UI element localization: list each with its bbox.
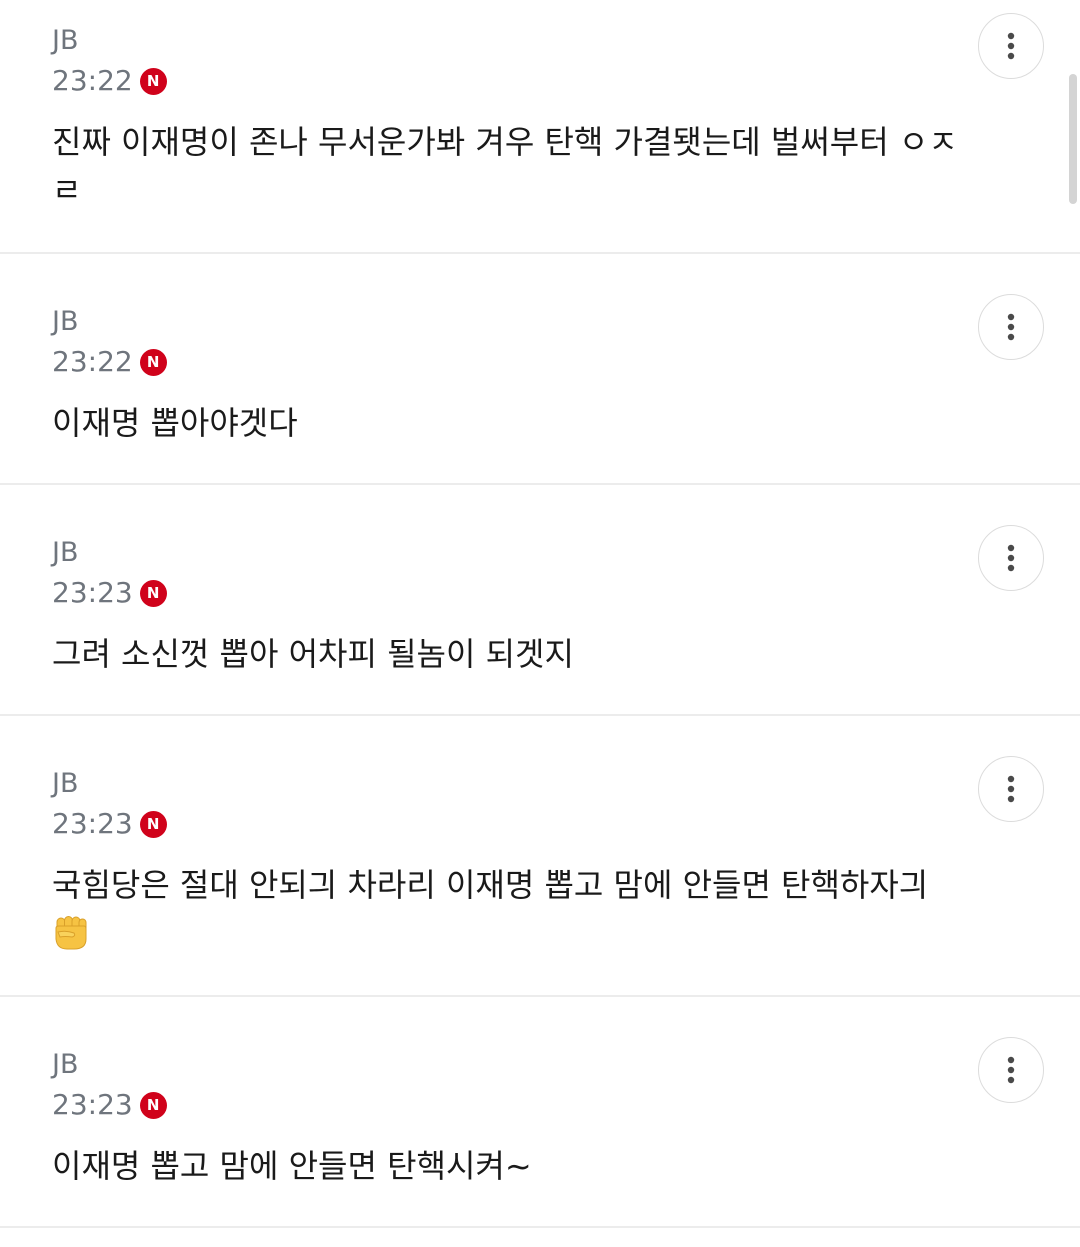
comment-text: 진짜 이재명이 존나 무서운가봐 겨우 탄핵 가결됏는데 벌써부터 ㅇㅈㄹ [52, 123, 958, 209]
more-vertical-icon [1007, 1056, 1015, 1084]
comment-author[interactable]: JB [52, 767, 79, 801]
new-badge-icon: N [139, 348, 167, 376]
scrollbar[interactable] [1069, 74, 1077, 204]
more-options-button[interactable] [978, 13, 1044, 79]
comment-text: 그려 소신껏 뽑아 어차피 될놈이 되겟지 [52, 635, 574, 673]
comment-time: 23:23 [52, 576, 133, 609]
raised-fist-icon [55, 916, 87, 950]
comment-item: JB 23:23 N 그려 소신껏 뽑아 어차피 될놈이 되겟지 [0, 485, 1080, 716]
new-badge-icon: N [139, 67, 167, 95]
comment-time: 23:22 [52, 345, 133, 378]
comment-author[interactable]: JB [52, 536, 79, 570]
comment-author[interactable]: JB [52, 1048, 79, 1082]
comment-author[interactable]: JB [52, 24, 79, 58]
comment-time: 23:23 [52, 807, 133, 840]
comment-meta: 23:22 N [52, 345, 167, 379]
more-options-button[interactable] [978, 756, 1044, 822]
comment-text: 국힘당은 절대 안되긔 차라리 이재명 뽑고 맘에 안들면 탄핵하자긔 [52, 866, 929, 904]
comment-time: 23:23 [52, 1088, 133, 1121]
comment-meta: 23:22 N [52, 64, 167, 98]
comment-author[interactable]: JB [52, 305, 79, 339]
new-badge-icon: N [139, 579, 167, 607]
comment-item: JB 23:22 N 진짜 이재명이 존나 무서운가봐 겨우 탄핵 가결됏는데 … [0, 0, 1080, 254]
new-badge-icon: N [139, 1091, 167, 1119]
comment-item: JB 23:23 N 이재명 뽑고 맘에 안들면 탄핵시켜~ [0, 997, 1080, 1228]
new-badge-icon: N [139, 810, 167, 838]
comment-item: JB 23:23 N 국힘당은 절대 안되긔 차라리 이재명 뽑고 맘에 안들면… [0, 716, 1080, 997]
comment-meta: 23:23 N [52, 576, 167, 610]
more-options-button[interactable] [978, 1037, 1044, 1103]
more-vertical-icon [1007, 313, 1015, 341]
more-vertical-icon [1007, 544, 1015, 572]
comment-text-block: 국힘당은 절대 안되긔 차라리 이재명 뽑고 맘에 안들면 탄핵하자긔 [52, 861, 972, 951]
more-options-button[interactable] [978, 525, 1044, 591]
more-options-button[interactable] [978, 294, 1044, 360]
comment-item: JB 23:22 N 이재명 뽑아야겟다 [0, 254, 1080, 485]
comment-meta: 23:23 N [52, 807, 167, 841]
more-vertical-icon [1007, 32, 1015, 60]
comment-time: 23:22 [52, 64, 133, 97]
comment-list: JB 23:22 N 진짜 이재명이 존나 무서운가봐 겨우 탄핵 가결됏는데 … [0, 0, 1080, 1228]
comment-text: 이재명 뽑아야겟다 [52, 404, 298, 442]
comment-meta: 23:23 N [52, 1088, 167, 1122]
comment-text: 이재명 뽑고 맘에 안들면 탄핵시켜~ [52, 1147, 532, 1185]
more-vertical-icon [1007, 775, 1015, 803]
